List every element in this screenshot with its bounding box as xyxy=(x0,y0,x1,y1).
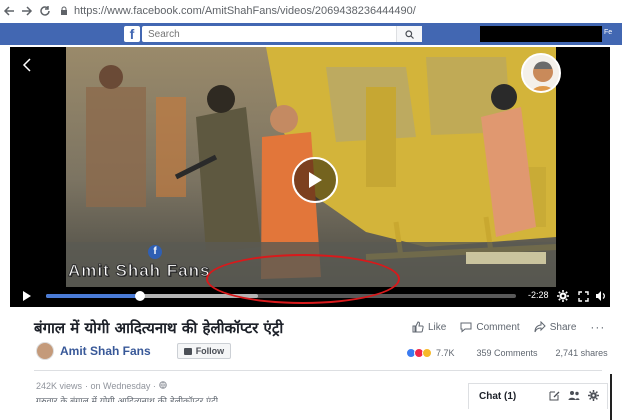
post-description: गुरुवार के बंगाल में योगी आदित्यनाथ की ह… xyxy=(36,397,219,402)
new-message-icon[interactable] xyxy=(549,390,560,401)
screenshot-root: https://www.facebook.com/AmitShahFans/vi… xyxy=(0,0,622,420)
reaction-icons[interactable] xyxy=(406,348,432,358)
group-icon[interactable] xyxy=(568,390,580,401)
browser-toolbar: https://www.facebook.com/AmitShahFans/vi… xyxy=(0,0,622,22)
settings-gear-icon[interactable] xyxy=(556,289,570,303)
page-avatar[interactable] xyxy=(36,342,54,360)
previous-video-arrow-icon[interactable] xyxy=(22,57,32,78)
volume-icon[interactable] xyxy=(594,289,608,303)
globe-icon xyxy=(159,381,167,391)
page-info: Amit Shah Fans Follow xyxy=(36,342,232,360)
post-meta: 242K views · on Wednesday · xyxy=(36,381,167,391)
play-button[interactable] xyxy=(292,157,338,203)
thumbs-up-icon xyxy=(412,321,424,333)
search-icon xyxy=(405,29,414,39)
fullscreen-icon[interactable] xyxy=(576,289,590,303)
like-label: Like xyxy=(428,321,447,333)
reaction-count[interactable]: 7.7K xyxy=(436,348,455,358)
more-options-button[interactable]: ··· xyxy=(590,320,605,334)
progress-knob[interactable] xyxy=(135,291,145,301)
post-date[interactable]: · on Wednesday · xyxy=(85,381,156,391)
chat-bar[interactable]: Chat (1) xyxy=(468,383,608,409)
share-button[interactable]: Share xyxy=(534,321,577,333)
shares-count[interactable]: 2,741 shares xyxy=(556,348,608,358)
views-count: 242K views xyxy=(36,381,83,391)
comment-button[interactable]: Comment xyxy=(460,321,520,333)
like-button[interactable]: Like xyxy=(412,321,446,333)
follow-icon xyxy=(183,347,192,355)
wow-reaction-icon xyxy=(422,348,432,358)
address-bar[interactable]: https://www.facebook.com/AmitShahFans/vi… xyxy=(60,2,622,20)
page-name-link[interactable]: Amit Shah Fans xyxy=(60,344,151,358)
time-remaining: -2:28 xyxy=(528,290,549,300)
share-icon xyxy=(534,321,546,333)
window-edge xyxy=(610,374,612,420)
red-annotation-circle xyxy=(206,254,400,304)
reload-icon[interactable] xyxy=(36,2,54,20)
search-input[interactable] xyxy=(142,28,392,40)
comment-label: Comment xyxy=(476,321,520,333)
search-box[interactable] xyxy=(142,26,422,42)
facebook-header: f Fe xyxy=(0,23,622,45)
video-watermark: Amit Shah Fans xyxy=(67,261,211,281)
divider xyxy=(34,370,602,371)
post-stats: 7.7K 359 Comments 2,741 shares xyxy=(406,348,608,358)
header-partial-text: Fe xyxy=(604,29,613,36)
video-title: बंगाल में योगी आदित्यनाथ की हेलीकॉप्टर ए… xyxy=(34,319,284,337)
redacted-box xyxy=(480,26,602,42)
channel-avatar xyxy=(521,53,561,93)
chat-icons xyxy=(541,390,599,401)
forward-arrow-icon[interactable] xyxy=(18,2,36,20)
control-play-icon[interactable] xyxy=(22,289,32,307)
back-arrow-icon[interactable] xyxy=(0,2,18,20)
play-icon xyxy=(309,172,322,188)
comments-count[interactable]: 359 Comments xyxy=(477,348,538,358)
facebook-logo-icon[interactable]: f xyxy=(124,26,140,42)
chat-settings-gear-icon[interactable] xyxy=(588,390,599,401)
follow-label: Follow xyxy=(195,346,225,356)
share-label: Share xyxy=(549,321,577,333)
lock-icon xyxy=(60,6,68,17)
chat-label: Chat (1) xyxy=(479,391,517,402)
post-actions: Like Comment Share ··· xyxy=(412,320,605,334)
watermark-facebook-icon: f xyxy=(148,245,162,259)
progress-fill xyxy=(46,294,140,298)
url-text: https://www.facebook.com/AmitShahFans/vi… xyxy=(74,5,416,17)
search-button[interactable] xyxy=(396,26,422,42)
comment-icon xyxy=(460,322,472,333)
follow-button[interactable]: Follow xyxy=(176,343,232,359)
